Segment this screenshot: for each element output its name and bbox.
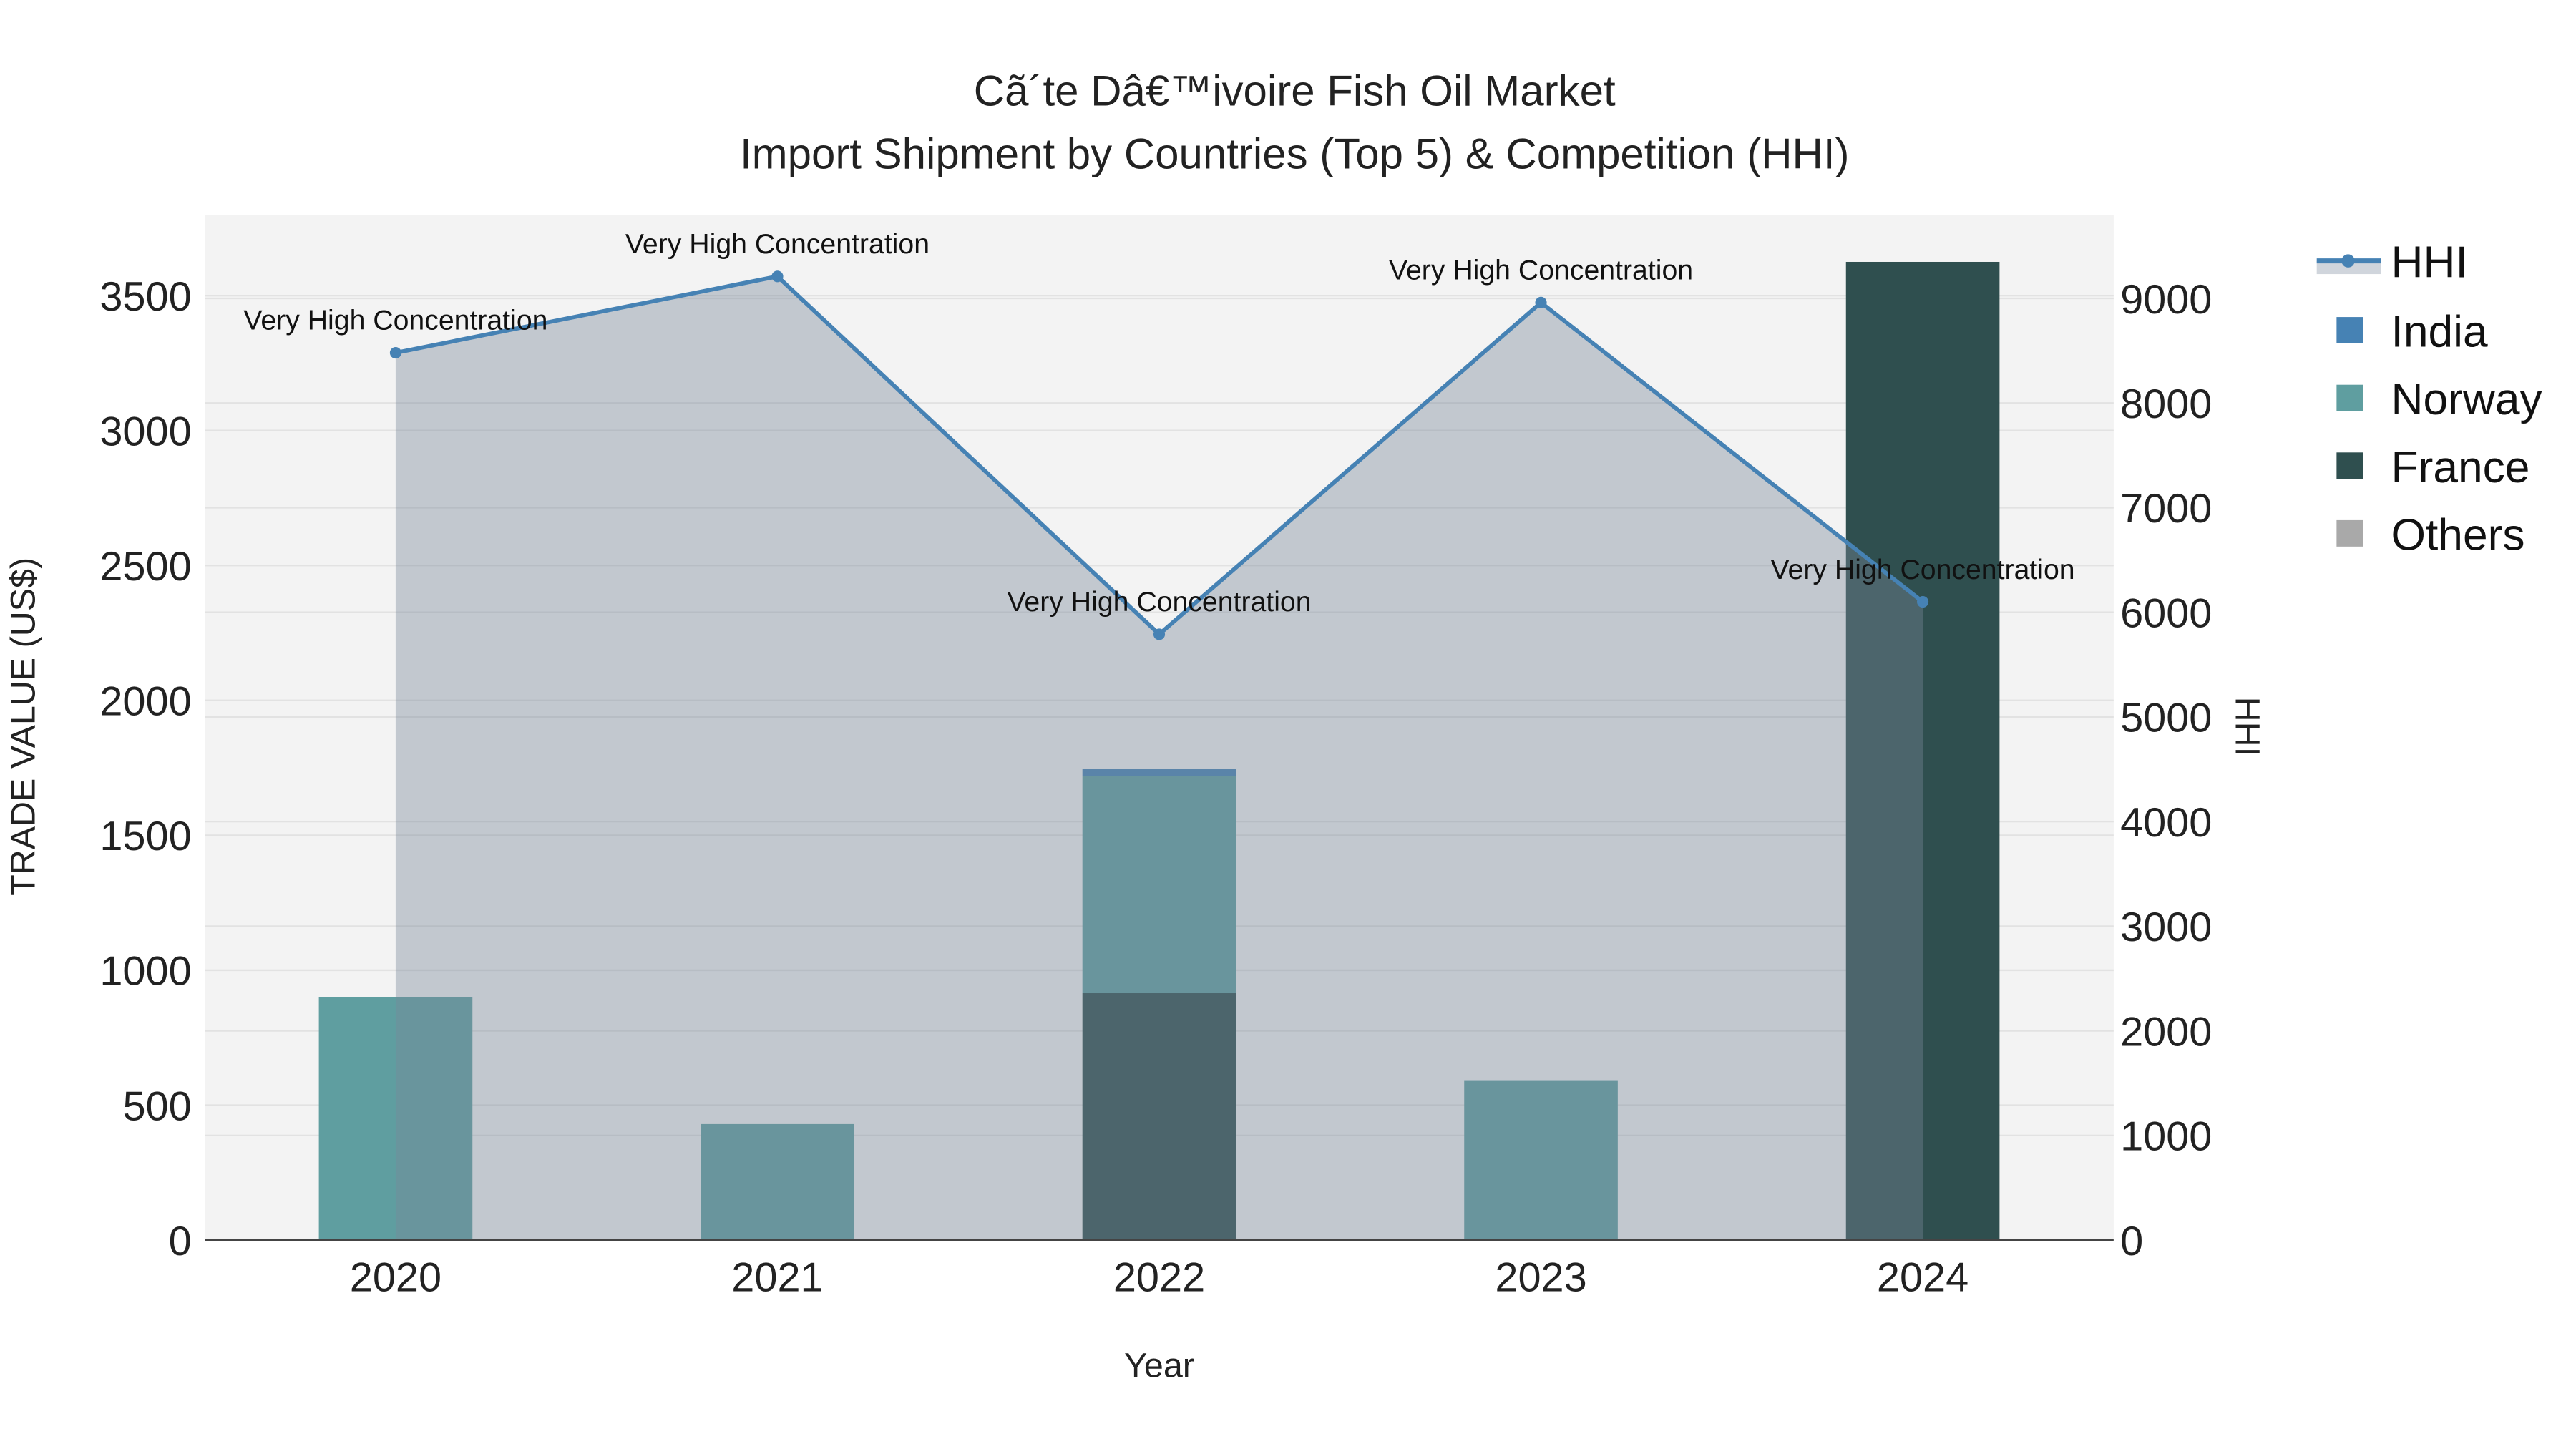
y2-axis-title: HHI <box>2228 697 2267 756</box>
y2-tick-label: 7000 <box>2120 486 2212 532</box>
y2-tick-label: 4000 <box>2120 800 2212 846</box>
legend-label-france: France <box>2391 443 2530 492</box>
x-tick-label: 2021 <box>731 1255 823 1301</box>
y2-tick-label: 5000 <box>2120 696 2212 741</box>
y2-tick-label: 9000 <box>2120 277 2212 323</box>
legend-label-others: Others <box>2391 510 2525 560</box>
hhi-annotation: Very High Concentration <box>243 305 547 336</box>
y2-tick-label: 0 <box>2120 1219 2143 1264</box>
hhi-point-2024 <box>1917 595 1929 608</box>
y2-tick-label: 2000 <box>2120 1009 2212 1055</box>
y2-tick-label: 8000 <box>2120 381 2212 427</box>
y-tick-label: 1500 <box>99 814 191 859</box>
hhi-annotation: Very High Concentration <box>1389 255 1693 286</box>
y-tick-label: 3000 <box>99 409 191 454</box>
legend-label-norway: Norway <box>2391 375 2543 424</box>
legend-swatch-india <box>2336 317 2363 343</box>
hhi-annotation: Very High Concentration <box>1007 586 1311 618</box>
legend-label-india: India <box>2391 308 2488 357</box>
hhi-point-2023 <box>1535 296 1547 308</box>
chart-title-line1: Cã´te Dâ€™ivoire Fish Oil Market <box>974 67 1616 115</box>
x-axis-ticks: 2020 2021 2022 2023 2024 <box>350 1255 1968 1301</box>
chart: Very High Concentration Very High Concent… <box>4 67 2543 1385</box>
y-tick-label: 500 <box>122 1083 191 1129</box>
hhi-point-2022 <box>1153 628 1166 640</box>
legend-swatch-others <box>2336 519 2363 547</box>
x-tick-label: 2020 <box>350 1255 441 1301</box>
chart-title-line2: Import Shipment by Countries (Top 5) & C… <box>740 130 1850 177</box>
y-tick-label: 2000 <box>99 679 191 725</box>
x-tick-label: 2023 <box>1495 1255 1586 1301</box>
y-tick-label: 1000 <box>99 949 191 995</box>
legend-swatch-norway <box>2336 384 2363 411</box>
y2-axis-ticks: 0 1000 2000 3000 4000 5000 6000 7000 8000 9000 <box>2120 277 2212 1264</box>
y-tick-label: 3500 <box>99 274 191 320</box>
hhi-annotation: Very High Concentration <box>625 228 930 260</box>
x-tick-label: 2022 <box>1113 1255 1205 1301</box>
y-axis-ticks: 0 500 1000 1500 2000 2500 3000 3500 <box>99 274 191 1264</box>
hhi-annotation: Very High Concentration <box>1771 554 2075 585</box>
hhi-point-2021 <box>771 270 784 283</box>
legend-label-hhi: HHI <box>2391 238 2468 288</box>
y-tick-label: 0 <box>169 1219 192 1264</box>
y2-tick-label: 6000 <box>2120 590 2212 636</box>
y-tick-label: 2500 <box>99 544 191 590</box>
hhi-point-2020 <box>389 346 401 359</box>
x-axis-title: Year <box>1124 1347 1194 1385</box>
legend-hhi-marker <box>2341 254 2355 268</box>
y2-tick-label: 1000 <box>2120 1114 2212 1160</box>
x-tick-label: 2024 <box>1877 1255 1968 1301</box>
y-axis-title: TRADE VALUE (US$) <box>4 557 42 896</box>
legend: HHI India Norway France Others <box>2316 238 2543 560</box>
legend-swatch-france <box>2336 452 2363 479</box>
y2-tick-label: 3000 <box>2120 904 2212 950</box>
